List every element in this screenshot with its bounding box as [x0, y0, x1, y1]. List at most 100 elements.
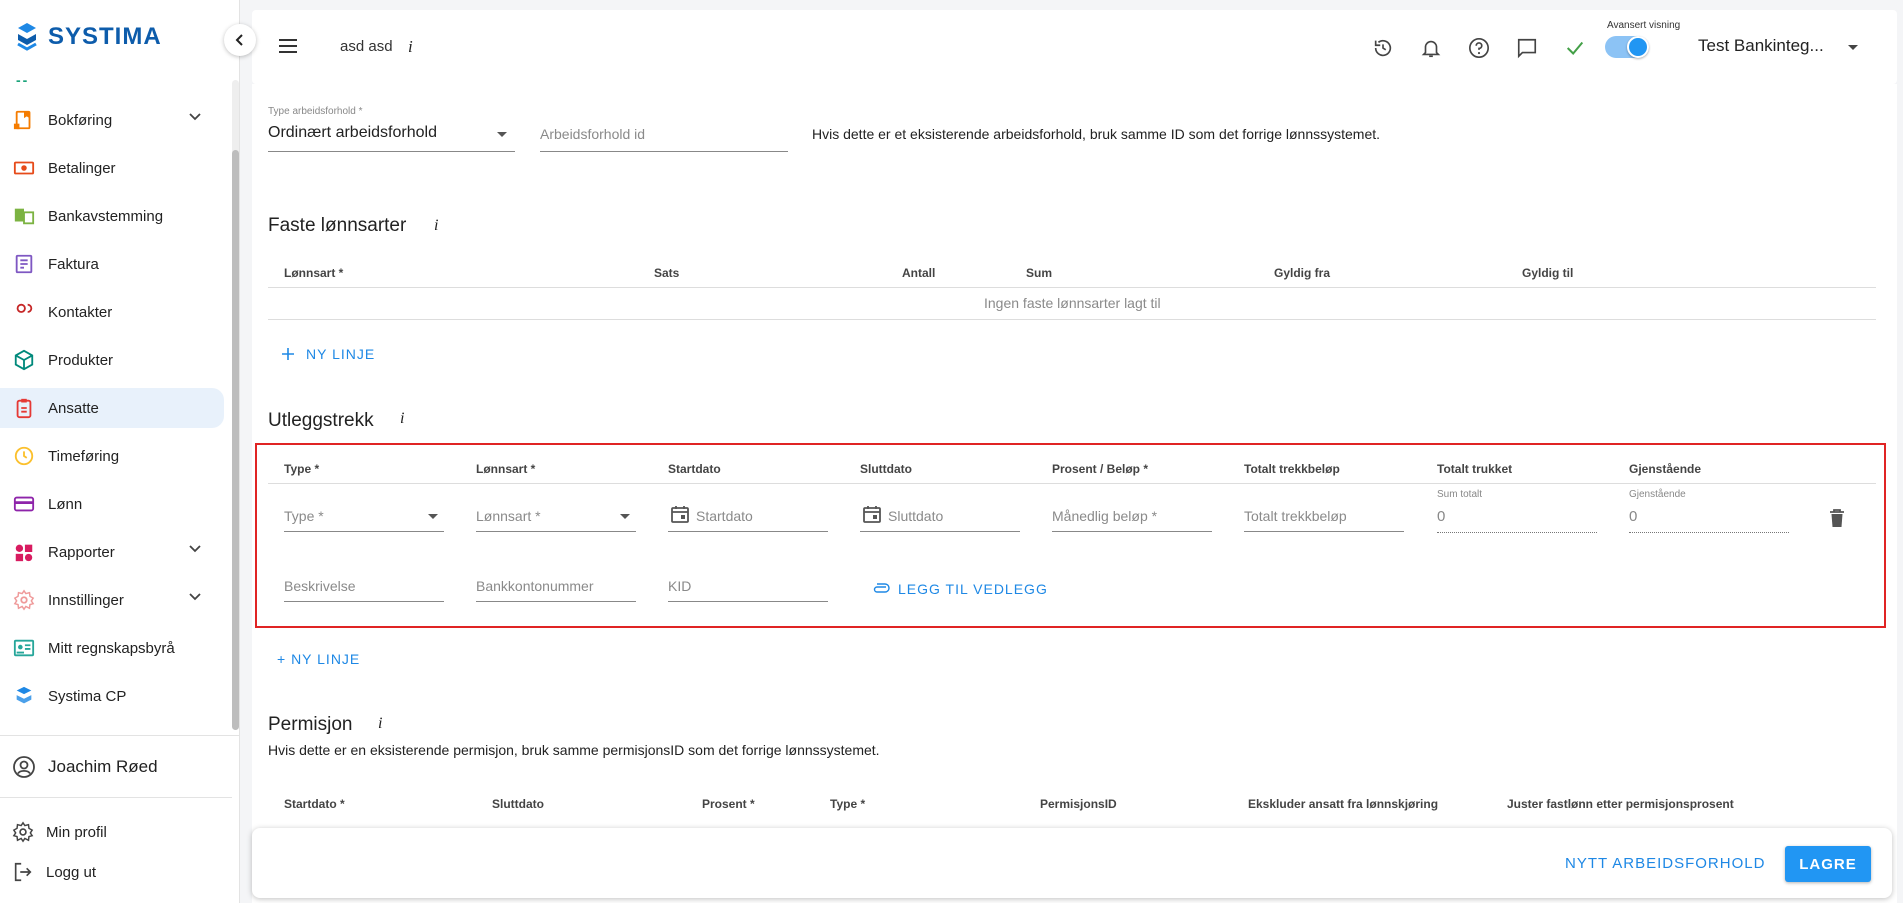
fixed-salary-column-header: Lønnsart *: [284, 266, 344, 280]
systima-logo[interactable]: SYSTIMA: [14, 22, 162, 52]
sidebar-item-bokføring[interactable]: Bokføring: [0, 100, 224, 140]
sidebar-item-rapporter[interactable]: Rapporter: [0, 532, 224, 572]
chevron-left-icon: [235, 34, 243, 46]
account-circle-icon: [13, 755, 35, 778]
systima-cp-icon: [12, 684, 36, 708]
toggle-knob: [1627, 36, 1649, 58]
sidebar-item-label: Rapporter: [48, 543, 115, 561]
sidebar-item-label: Mitt regnskapsbyrå: [48, 639, 175, 657]
logo-text: SYSTIMA: [48, 23, 162, 50]
sidebar: SYSTIMA -- Bokføring Betalinger Bankavstem…: [0, 0, 240, 903]
plus-icon: [282, 348, 294, 360]
sidebar-item-innstillinger[interactable]: Innstillinger: [0, 580, 224, 620]
sidebar-item-label: Bokføring: [48, 111, 113, 129]
sidebar-item-timeføring[interactable]: Timeføring: [0, 436, 224, 476]
organization-selector[interactable]: Test Bankinteg...: [1698, 36, 1824, 56]
caret-down-icon[interactable]: [1847, 44, 1859, 52]
leave-column-header: Ekskluder ansatt fra lønnskjøring: [1248, 797, 1439, 811]
logout-icon: [14, 862, 32, 882]
sidebar-item-faktura[interactable]: Faktura: [0, 244, 224, 284]
sidebar-item-betalinger[interactable]: Betalinger: [0, 148, 224, 188]
fixed-salary-title: Faste lønnsarter: [268, 215, 407, 236]
sidebar-item-mitt-regnskapsbyrå[interactable]: Mitt regnskapsbyrå: [0, 628, 224, 668]
my-profile-link[interactable]: Min profil: [0, 812, 240, 852]
user-profile-row[interactable]: Joachim Røed: [0, 736, 232, 798]
highlight-box: [255, 443, 1886, 628]
sidebar-item-ansatte[interactable]: Ansatte: [0, 388, 224, 428]
sidebar-item-lønn[interactable]: Lønn: [0, 484, 224, 524]
advanced-view-toggle[interactable]: [1605, 36, 1649, 58]
fixed-salary-info-icon[interactable]: i: [434, 217, 438, 235]
sidebar-item-label: Timeføring: [48, 447, 120, 465]
footer-action-bar: NYTT ARBEIDSFORHOLD LAGRE: [252, 828, 1892, 898]
employment-type-select[interactable]: Ordinært arbeidsforhold: [268, 118, 515, 152]
top-header: asd asd i Avansert visning Test Bankinte…: [252, 10, 1897, 84]
chat-button[interactable]: [1514, 35, 1540, 61]
time-tracking-icon: [12, 444, 36, 468]
products-icon: [12, 348, 36, 372]
sidebar-item-label: Bankavstemming: [48, 207, 164, 225]
fixed-salary-new-line-label: NY LINJE: [306, 346, 376, 362]
my-profile-label: Min profil: [46, 823, 107, 841]
fixed-salary-column-header: Antall: [902, 266, 936, 280]
logout-link[interactable]: Logg ut: [0, 852, 240, 892]
fixed-salary-column-header: Sats: [654, 266, 680, 280]
deductions-info-icon[interactable]: i: [400, 410, 404, 428]
reports-icon: [12, 540, 36, 564]
history-icon: [1374, 39, 1392, 57]
status-check-button[interactable]: [1562, 35, 1588, 61]
sidebar-item-kontakter[interactable]: Kontakter: [0, 292, 224, 332]
chat-icon: [1517, 38, 1537, 59]
company-name[interactable]: asd asd: [340, 38, 393, 55]
payroll-icon: [12, 492, 36, 516]
employment-id-placeholder: Arbeidsforhold id: [540, 126, 646, 142]
contacts-icon: [12, 300, 36, 324]
fixed-salary-empty-text: Ingen faste lønnsarter lagt til: [984, 295, 1161, 311]
divider-dash: --: [16, 72, 30, 88]
fixed-salary-new-line-button[interactable]: NY LINJE: [282, 346, 375, 362]
help-button[interactable]: [1466, 35, 1492, 61]
sidebar-nav: Bokføring Betalinger Bankavstemming Faktura…: [0, 100, 230, 724]
sidebar-bottom: Joachim Røed Min profil Logg ut: [0, 735, 240, 892]
sidebar-item-produkter[interactable]: Produkter: [0, 340, 224, 380]
sidebar-item-label: Betalinger: [48, 159, 116, 177]
settings-icon: [12, 588, 36, 612]
employment-id-field[interactable]: Arbeidsforhold id: [540, 118, 788, 152]
leave-info-icon[interactable]: i: [378, 715, 382, 733]
chevron-down-icon[interactable]: [188, 110, 202, 129]
leave-title: Permisjon: [268, 714, 353, 735]
new-employment-button[interactable]: NYTT ARBEIDSFORHOLD: [1565, 855, 1765, 872]
sidebar-item-systima-cp[interactable]: Systima CP: [0, 676, 224, 716]
fixed-salary-column-header: Sum: [1026, 266, 1053, 280]
history-button[interactable]: [1370, 35, 1396, 61]
systima-logo-icon: [17, 23, 37, 51]
chevron-down-icon[interactable]: [188, 542, 202, 561]
notifications-button[interactable]: [1418, 35, 1444, 61]
sidebar-item-label: Ansatte: [48, 399, 99, 417]
leave-column-header: Sluttdato: [492, 797, 544, 811]
save-button[interactable]: LAGRE: [1785, 846, 1871, 882]
sidebar-item-label: Kontakter: [48, 303, 113, 321]
sidebar-item-bankavstemming[interactable]: Bankavstemming: [0, 196, 224, 236]
sidebar-scrollbar[interactable]: [232, 80, 239, 730]
leave-note: Hvis dette er en eksisterende permisjon,…: [268, 742, 880, 758]
accounting-agency-icon: [12, 636, 36, 660]
check-icon: [1566, 41, 1584, 55]
deductions-new-line-button[interactable]: + NY LINJE: [277, 651, 360, 667]
leave-column-header: Type *: [830, 797, 866, 811]
company-info-icon[interactable]: i: [408, 37, 413, 57]
invoice-icon: [12, 252, 36, 276]
bookkeeping-icon: [12, 108, 36, 132]
chevron-down-icon[interactable]: [188, 590, 202, 609]
collapse-sidebar-button[interactable]: [224, 24, 256, 56]
advanced-view-label: Avansert visning: [1607, 20, 1681, 31]
menu-button[interactable]: [278, 38, 298, 59]
sidebar-scroll-thumb[interactable]: [232, 150, 239, 730]
employment-note: Hvis dette er et eksisterende arbeidsfor…: [812, 126, 1381, 142]
sidebar-item-label: Innstillinger: [48, 591, 124, 609]
help-icon: [1469, 38, 1489, 58]
leave-column-header: Prosent *: [702, 797, 755, 811]
logout-label: Logg ut: [46, 863, 97, 881]
leave-column-header: Juster fastlønn etter permisjonsprosent: [1507, 797, 1734, 811]
employment-type-label: Type arbeidsforhold *: [268, 106, 363, 117]
